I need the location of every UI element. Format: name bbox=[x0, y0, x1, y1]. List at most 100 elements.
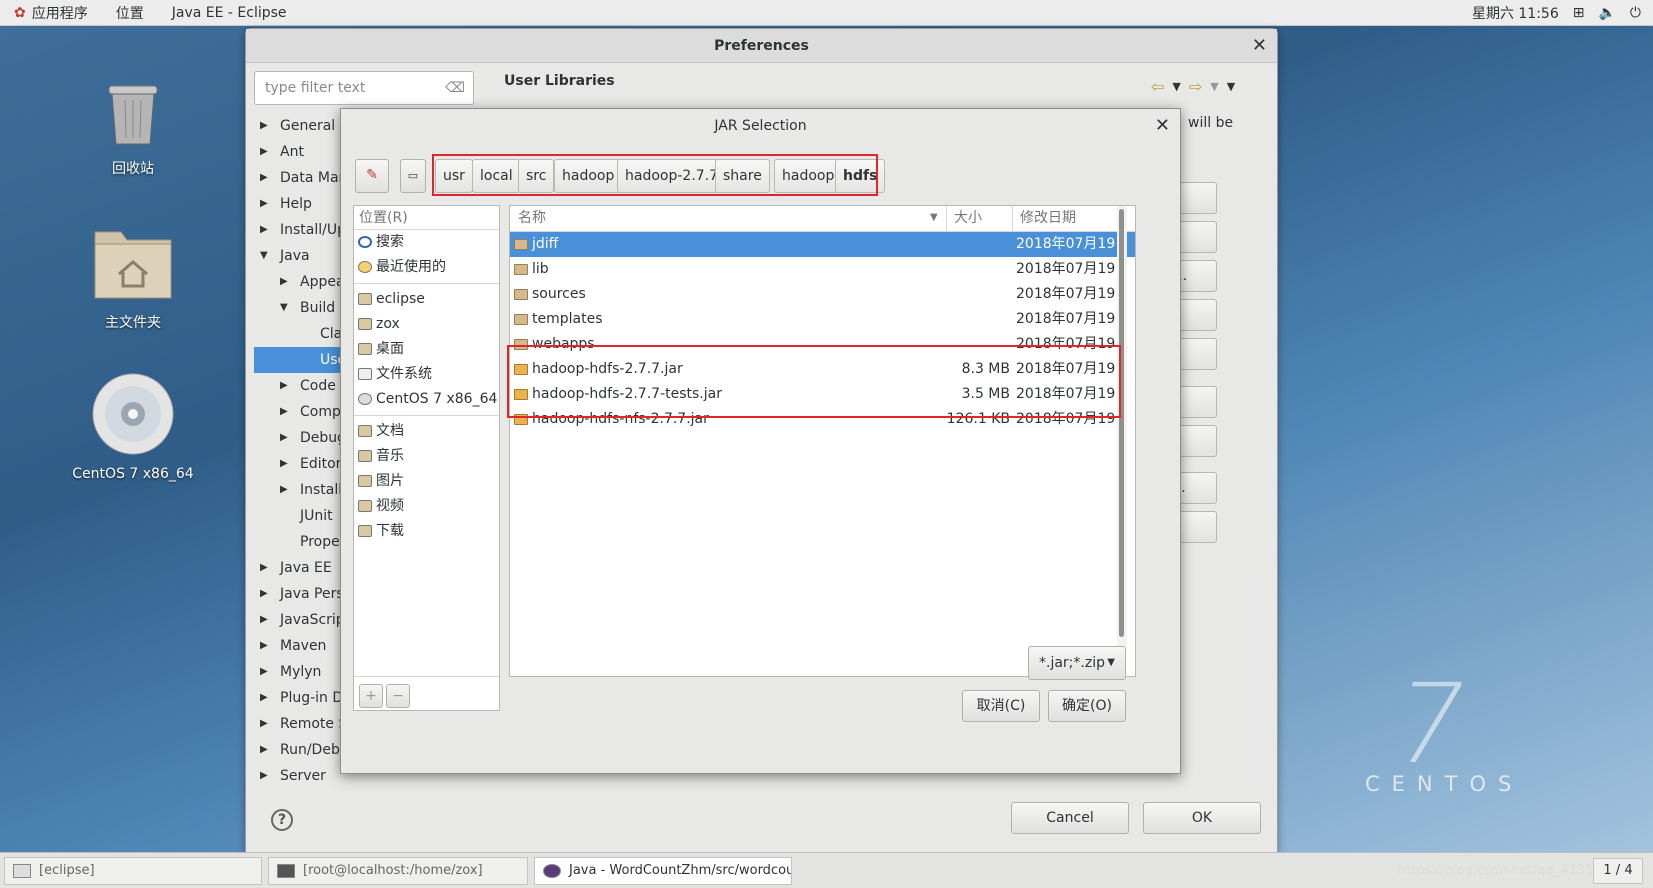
expand-arrow-icon[interactable]: ▶ bbox=[260, 165, 270, 191]
desktop-cd[interactable]: CentOS 7 x86_64 bbox=[68, 372, 198, 482]
jar-titlebar: JAR Selection ✕ bbox=[341, 109, 1180, 143]
prefs-ok-button[interactable]: OK bbox=[1143, 802, 1261, 834]
help-icon[interactable]: ? bbox=[271, 809, 293, 831]
place-filesystem[interactable]: 文件系统 bbox=[354, 362, 499, 387]
file-type-filter[interactable]: *.jar;*.zip ▼ bbox=[1028, 646, 1126, 680]
file-row[interactable]: lib 2018年07月19日 bbox=[510, 257, 1135, 282]
collapse-arrow-icon[interactable]: ▼ bbox=[280, 295, 290, 321]
description-text: will be bbox=[1188, 115, 1234, 131]
network-icon[interactable]: ⊞ bbox=[1573, 5, 1585, 21]
back-menu-icon[interactable]: ▼ bbox=[1172, 77, 1180, 97]
expand-arrow-icon[interactable]: ▶ bbox=[260, 217, 270, 243]
jar-ok-button[interactable]: 确定(O) bbox=[1048, 690, 1126, 722]
nav-arrows: ⇦ ▼ ⇨ ▼ ▼ bbox=[1151, 77, 1235, 97]
taskbar: [eclipse] [root@localhost:/home/zox] Jav… bbox=[0, 852, 1653, 888]
search-icon bbox=[358, 236, 372, 248]
preferences-titlebar: Preferences ✕ bbox=[246, 29, 1277, 63]
place-search[interactable]: 搜索 bbox=[354, 230, 499, 255]
expand-arrow-icon[interactable]: ▶ bbox=[260, 711, 270, 737]
column-name[interactable]: 名称 bbox=[518, 206, 546, 230]
expand-arrow-icon[interactable]: ▶ bbox=[260, 555, 270, 581]
expand-arrow-icon[interactable]: ▶ bbox=[280, 269, 290, 295]
jar-title: JAR Selection bbox=[714, 118, 807, 134]
clear-icon[interactable]: ⌫ bbox=[445, 72, 465, 104]
expand-arrow-icon[interactable]: ▶ bbox=[260, 763, 270, 789]
expand-arrow-icon[interactable]: ▶ bbox=[260, 191, 270, 217]
places-header: 位置(R) bbox=[354, 206, 499, 230]
place-desktop[interactable]: 桌面 bbox=[354, 337, 499, 362]
expand-arrow-icon[interactable]: ▶ bbox=[280, 425, 290, 451]
task-eclipse[interactable]: [eclipse] bbox=[4, 857, 262, 885]
column-date[interactable]: 修改日期 bbox=[1020, 206, 1076, 230]
file-row[interactable]: jdiff 2018年07月19日 bbox=[510, 232, 1135, 257]
scrollbar-thumb[interactable] bbox=[1119, 209, 1124, 637]
expand-arrow-icon[interactable]: ▶ bbox=[260, 581, 270, 607]
column-divider bbox=[946, 206, 947, 232]
place-documents[interactable]: 文档 bbox=[354, 419, 499, 444]
file-list[interactable]: 名称 ▼ 大小 修改日期 jdiff 2018年07月19日 lib 2018年07… bbox=[509, 205, 1136, 677]
workspace-pager[interactable]: 1 / 4 bbox=[1593, 858, 1643, 884]
close-icon[interactable]: ✕ bbox=[1252, 29, 1267, 63]
place-recent[interactable]: 最近使用的 bbox=[354, 255, 499, 280]
place-music[interactable]: 音乐 bbox=[354, 444, 499, 469]
expand-arrow-icon[interactable]: ▶ bbox=[260, 113, 270, 139]
collapse-arrow-icon[interactable]: ▼ bbox=[260, 243, 270, 269]
expand-arrow-icon[interactable]: ▶ bbox=[280, 477, 290, 503]
jar-cancel-button[interactable]: 取消(C) bbox=[962, 690, 1040, 722]
desktop-trash[interactable]: 回收站 bbox=[68, 76, 198, 178]
forward-menu-icon[interactable]: ▼ bbox=[1210, 77, 1218, 97]
file-row[interactable]: templates 2018年07月19日 bbox=[510, 307, 1135, 332]
expand-arrow-icon[interactable]: ▶ bbox=[260, 659, 270, 685]
jar-selection-dialog: JAR Selection ✕ ✎ ▭ usr local src hadoop… bbox=[340, 108, 1181, 774]
forward-arrow-icon[interactable]: ⇨ bbox=[1189, 77, 1202, 97]
place-downloads[interactable]: 下载 bbox=[354, 519, 499, 544]
path-root-button[interactable]: ▭ bbox=[400, 159, 426, 193]
desktop-home-folder[interactable]: 主文件夹 bbox=[68, 222, 198, 332]
view-menu-icon[interactable]: ▼ bbox=[1227, 77, 1235, 97]
sort-arrow-icon[interactable]: ▼ bbox=[930, 206, 938, 230]
expand-arrow-icon[interactable]: ▶ bbox=[260, 737, 270, 763]
filter-placeholder: type filter text bbox=[265, 80, 366, 96]
clock[interactable]: 星期六 11:56 bbox=[1472, 3, 1559, 23]
applications-menu[interactable]: ✿ 应用程序 bbox=[0, 3, 102, 23]
preferences-title: Preferences bbox=[714, 38, 809, 54]
disc-icon bbox=[92, 373, 174, 455]
downloads-icon bbox=[358, 525, 372, 537]
expand-arrow-icon[interactable]: ▶ bbox=[280, 451, 290, 477]
place-cdrom[interactable]: CentOS 7 x86_64 bbox=[354, 387, 499, 412]
filter-value: *.jar;*.zip bbox=[1039, 655, 1105, 671]
task-terminal[interactable]: [root@localhost:/home/zox] bbox=[268, 857, 528, 885]
expand-arrow-icon[interactable]: ▶ bbox=[260, 633, 270, 659]
folder-icon bbox=[514, 289, 528, 300]
volume-icon[interactable]: 🔈 bbox=[1598, 5, 1615, 21]
place-zox[interactable]: zox bbox=[354, 312, 499, 337]
type-location-button[interactable]: ✎ bbox=[355, 159, 389, 193]
file-row[interactable]: sources 2018年07月19日 bbox=[510, 282, 1135, 307]
expand-arrow-icon[interactable]: ▶ bbox=[260, 685, 270, 711]
folder-icon bbox=[514, 264, 528, 275]
place-pictures[interactable]: 图片 bbox=[354, 469, 499, 494]
power-icon[interactable]: ⏻ bbox=[1630, 5, 1641, 21]
remove-bookmark-button[interactable]: − bbox=[386, 684, 410, 708]
places-sidebar[interactable]: 位置(R) 搜索 最近使用的 eclipse zox 桌面 文件系统 CentO… bbox=[353, 205, 500, 711]
folder-icon bbox=[358, 293, 372, 305]
back-arrow-icon[interactable]: ⇦ bbox=[1151, 77, 1164, 97]
close-icon[interactable]: ✕ bbox=[1155, 109, 1170, 143]
expand-arrow-icon[interactable]: ▶ bbox=[260, 139, 270, 165]
desktop-icon bbox=[358, 343, 372, 355]
prefs-cancel-button[interactable]: Cancel bbox=[1011, 802, 1129, 834]
place-videos[interactable]: 视频 bbox=[354, 494, 499, 519]
place-eclipse[interactable]: eclipse bbox=[354, 287, 499, 312]
expand-arrow-icon[interactable]: ▶ bbox=[280, 399, 290, 425]
divider bbox=[354, 283, 499, 284]
folder-icon bbox=[514, 314, 528, 325]
expand-arrow-icon[interactable]: ▶ bbox=[260, 607, 270, 633]
places-menu[interactable]: 位置 bbox=[102, 3, 158, 23]
home-folder-label: 主文件夹 bbox=[105, 315, 161, 331]
expand-arrow-icon[interactable]: ▶ bbox=[280, 373, 290, 399]
trash-label: 回收站 bbox=[112, 161, 154, 177]
task-java-eclipse[interactable]: Java - WordCountZhm/src/wordcou··· bbox=[534, 857, 792, 885]
column-size[interactable]: 大小 bbox=[954, 206, 982, 230]
filter-input[interactable]: type filter text ⌫ bbox=[254, 71, 474, 105]
add-bookmark-button[interactable]: + bbox=[359, 684, 383, 708]
